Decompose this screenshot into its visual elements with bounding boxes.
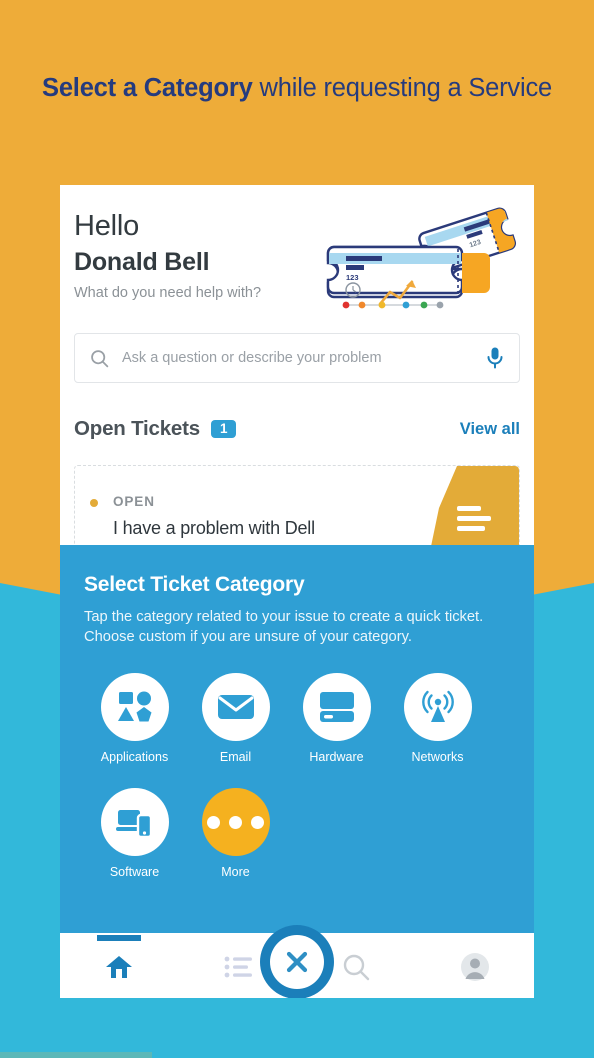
category-software[interactable]: Software [84,788,185,879]
page-title: Select a Category while requesting a Ser… [0,68,594,108]
view-all-link[interactable]: View all [460,420,520,439]
account-icon [460,952,489,981]
category-networks[interactable]: Networks [387,673,488,764]
shapes-icon [100,673,169,741]
ticket-card[interactable]: OPEN I have a problem with Dell [74,465,520,555]
list-icon [224,956,252,977]
category-more[interactable]: More [185,788,286,879]
category-sheet-description: Tap the category related to your issue t… [84,609,484,645]
search-icon [344,954,370,980]
category-label: Hardware [309,750,364,764]
ellipsis-icon [201,788,270,856]
search-placeholder: Ask a question or describe your problem [122,350,382,366]
category-sheet-title: Select Ticket Category [84,573,305,596]
bottom-edge-marker [0,1052,152,1058]
open-tickets-count-badge: 1 [210,419,237,439]
svg-text:123: 123 [346,273,359,282]
page-title-rest: while requesting a Service [252,74,553,102]
category-grid: Applications Email Hardware Networks Sof… [84,673,510,903]
server-icon [302,673,371,741]
list-lines-icon [457,506,491,536]
tickets-illustration: 123 123 [326,207,517,309]
nav-item-profile[interactable] [416,935,535,998]
category-email[interactable]: Email [185,673,286,764]
close-icon [270,935,324,989]
search-input[interactable]: Ask a question or describe your problem [74,333,520,383]
search-icon [91,349,109,367]
page-title-emphasis: Select a Category [42,74,253,102]
home-icon [106,955,133,978]
category-label: Networks [411,750,464,764]
antenna-icon [403,673,472,741]
open-tickets-title: Open Tickets [74,417,200,440]
category-label: Applications [100,750,169,764]
status-dot-icon [90,499,98,507]
app-screen: Hello Donald Bell What do you need help … [60,185,534,998]
nav-item-home[interactable] [60,935,179,998]
bottom-navigation [60,925,535,998]
ticket-status: OPEN [113,494,155,509]
category-hardware[interactable]: Hardware [286,673,387,764]
microphone-icon[interactable] [485,346,505,370]
category-applications[interactable]: Applications [84,673,185,764]
devices-icon [100,788,169,856]
open-tickets-header: Open Tickets 1 View all [74,417,520,441]
ticket-card-corner [429,466,519,554]
close-sheet-button[interactable] [260,925,334,998]
ticket-subject: I have a problem with Dell [113,518,315,538]
envelope-icon [201,673,270,741]
category-label: Software [109,865,160,879]
active-indicator [97,935,142,941]
category-label: Email [219,750,252,764]
category-label: More [221,865,250,879]
category-sheet: Select Ticket Category Tap the category … [60,545,534,933]
